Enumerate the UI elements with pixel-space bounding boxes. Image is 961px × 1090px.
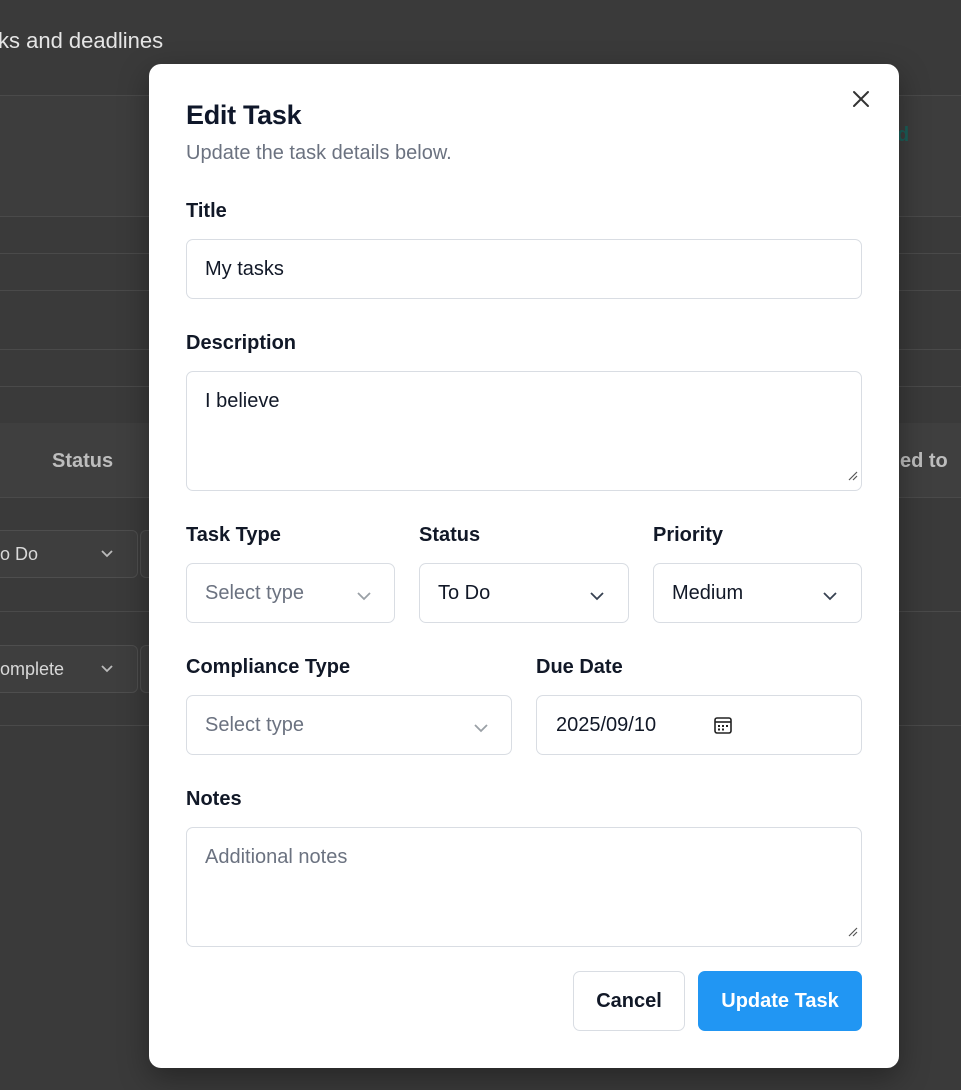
chevron-down-icon [473,718,489,741]
dialog-title: Edit Task [186,100,302,130]
close-button[interactable] [849,89,873,113]
table-header-status: Status [52,450,114,472]
priority-select[interactable]: Medium [653,563,862,623]
close-icon [852,90,870,113]
due-date-label: Due Date [536,656,623,678]
task-type-select[interactable]: Select type [186,563,395,623]
calendar-icon[interactable] [713,715,733,741]
compliance-type-label: Compliance Type [186,656,351,678]
row-status-select[interactable]: o Do [0,530,138,578]
notes-placeholder: Additional notes [205,846,348,868]
edit-task-dialog: Edit Task Update the task details below.… [149,64,899,1068]
description-label: Description [186,332,297,354]
description-textarea-value: I believe [205,390,280,412]
row-status-select[interactable]: omplete [0,645,138,693]
priority-select-value: Medium [672,582,744,604]
chevron-down-icon [99,545,115,566]
status-select[interactable]: To Do [419,563,629,623]
chevron-down-icon [356,586,372,609]
description-textarea[interactable]: I believe [186,371,862,491]
row-status-value: omplete [0,658,65,679]
due-date-value: 2025/09/10 [556,714,657,736]
title-input-value: My tasks [205,258,284,280]
status-label: Status [419,524,481,546]
compliance-type-select[interactable]: Select type [186,695,512,755]
table-header-assigned: ed to [900,450,948,472]
title-input[interactable]: My tasks [186,239,862,299]
task-type-placeholder: Select type [205,582,304,604]
due-date-input[interactable]: 2025/09/10 [536,695,862,755]
chevron-down-icon [99,660,115,681]
status-select-value: To Do [438,582,491,604]
row-status-value: o Do [0,543,39,564]
cancel-button[interactable]: Cancel [573,971,685,1031]
page-subtitle: ks and deadlines [0,28,164,53]
title-label: Title [186,200,227,222]
chevron-down-icon [822,586,838,609]
compliance-type-placeholder: Select type [205,714,304,736]
notes-textarea[interactable]: Additional notes [186,827,862,947]
chevron-down-icon [589,586,605,609]
resize-handle-icon[interactable] [846,464,858,487]
resize-handle-icon[interactable] [846,920,858,943]
notes-label: Notes [186,788,242,810]
task-type-label: Task Type [186,524,281,546]
update-task-button[interactable]: Update Task [698,971,862,1031]
dialog-description: Update the task details below. [186,142,452,164]
priority-label: Priority [653,524,724,546]
